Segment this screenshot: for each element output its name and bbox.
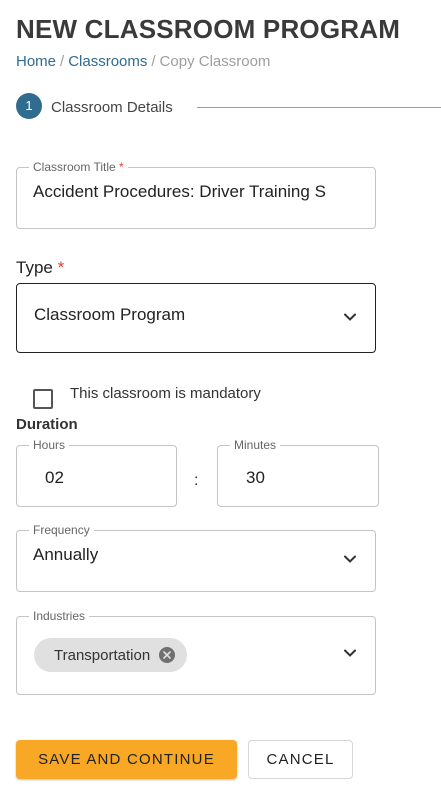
minutes-field[interactable]: Minutes 30 [217,438,379,507]
step-number-badge: 1 [16,93,42,119]
mandatory-checkbox-label: This classroom is mandatory [70,385,261,402]
frequency-select[interactable]: Frequency Annually [16,523,376,592]
stepper-connector-line [197,107,441,108]
frequency-label: Frequency [29,523,94,537]
type-select-value: Classroom Program [34,305,186,324]
breadcrumb-home-link[interactable]: Home [16,53,56,70]
hours-label: Hours [29,438,70,452]
page-title: NEW CLASSROOM PROGRAM [16,14,401,44]
breadcrumb-separator: / [60,53,65,70]
classroom-title-label: Classroom Title * [29,160,128,174]
breadcrumb-separator: / [151,53,156,70]
industries-label: Industries [29,609,90,623]
breadcrumb-current: Copy Classroom [159,53,271,70]
step-label: Classroom Details [51,99,173,116]
minutes-label: Minutes [230,438,281,452]
chevron-down-icon [344,555,356,565]
duration-label: Duration [16,416,78,433]
type-select[interactable]: Classroom Program [16,283,376,353]
save-and-continue-button[interactable]: SAVE AND CONTINUE [16,740,237,779]
industry-chip[interactable]: Transportation [34,638,188,672]
hours-field[interactable]: Hours 02 [16,438,177,507]
chevron-down-icon [344,313,356,323]
breadcrumb: Home / Classrooms / Copy Classroom [16,53,270,70]
chevron-down-icon [344,649,356,659]
hours-input[interactable]: 02 [45,468,64,488]
mandatory-checkbox[interactable] [33,389,53,409]
duration-separator: : [194,472,199,489]
industries-select[interactable]: Industries Transportation [16,609,376,695]
frequency-select-value: Annually [33,545,99,564]
breadcrumb-classrooms-link[interactable]: Classrooms [68,53,147,70]
chip-remove-icon[interactable] [159,647,176,663]
classroom-title-input[interactable]: Accident Procedures: Driver Training S [33,182,361,202]
minutes-input[interactable]: 30 [246,468,265,488]
cancel-button[interactable]: CANCEL [248,740,353,779]
type-label: Type * [16,258,65,277]
industry-chip-label: Transportation [54,646,151,664]
classroom-title-field[interactable]: Classroom Title * Accident Procedures: D… [16,160,376,229]
